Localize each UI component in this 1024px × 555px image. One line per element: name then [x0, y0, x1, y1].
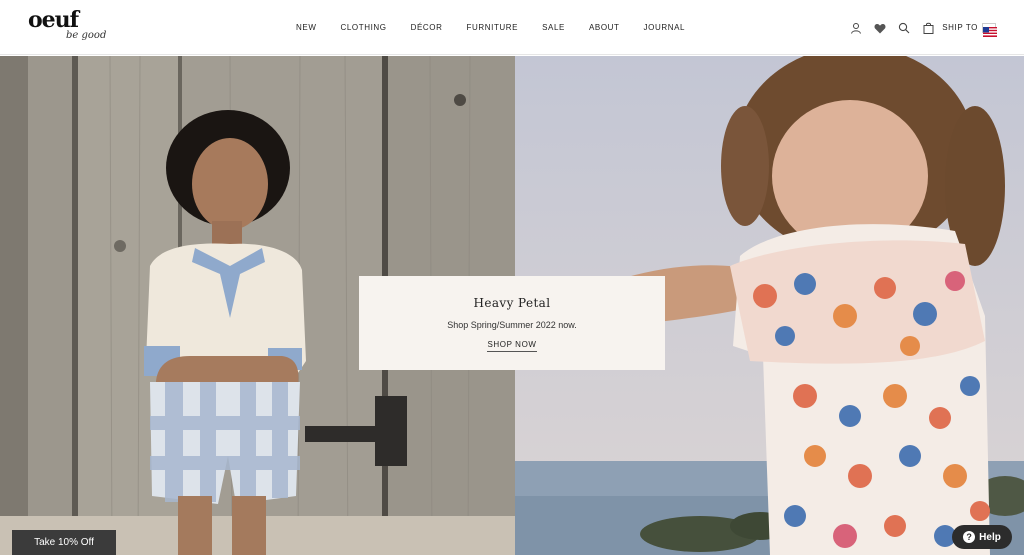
site-header: oeuf be good NEW CLOTHING DÉCOR FURNITUR… — [0, 0, 1024, 55]
header-utilities: SHIP TO — [840, 18, 997, 38]
logo-tagline: be good — [66, 30, 107, 41]
shop-now-label: SHOP NOW — [487, 340, 537, 352]
ship-to-label[interactable]: SHIP TO — [942, 20, 978, 36]
logo[interactable]: oeuf be good — [28, 8, 108, 48]
nav-new[interactable]: NEW — [296, 20, 316, 36]
logo-wordmark: oeuf — [28, 7, 79, 33]
us-flag-icon[interactable] — [982, 23, 997, 37]
nav-about[interactable]: ABOUT — [589, 20, 620, 36]
search-icon[interactable] — [896, 20, 912, 36]
nav-decor[interactable]: DÉCOR — [411, 20, 443, 36]
cart-bag-icon[interactable] — [920, 20, 936, 36]
discount-tab[interactable]: Take 10% Off — [12, 530, 116, 555]
promo-subtitle: Shop Spring/Summer 2022 now. — [447, 320, 577, 330]
nav-journal[interactable]: JOURNAL — [644, 20, 686, 36]
wishlist-heart-icon[interactable] — [872, 20, 888, 36]
nav-sale[interactable]: SALE — [542, 20, 565, 36]
help-button[interactable]: ? Help — [952, 525, 1012, 549]
promo-card: Heavy Petal Shop Spring/Summer 2022 now.… — [359, 276, 665, 370]
promo-title: Heavy Petal — [473, 296, 551, 310]
help-question-icon: ? — [963, 531, 976, 543]
account-icon[interactable] — [848, 20, 864, 36]
shop-now-link[interactable]: SHOP NOW — [359, 340, 665, 352]
help-label: Help — [979, 531, 1001, 543]
nav-furniture[interactable]: FURNITURE — [467, 20, 519, 36]
nav-clothing[interactable]: CLOTHING — [340, 20, 386, 36]
main-nav: NEW CLOTHING DÉCOR FURNITURE SALE ABOUT … — [296, 20, 709, 36]
